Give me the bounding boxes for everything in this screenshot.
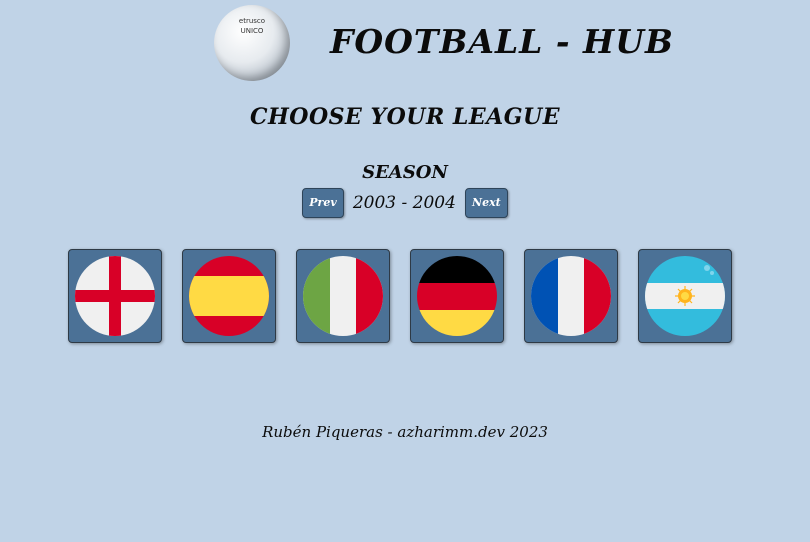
season-label: SEASON bbox=[362, 162, 448, 183]
ball-brand: etrusco bbox=[238, 17, 266, 25]
england-flag-icon bbox=[75, 256, 155, 336]
league-card-spain[interactable] bbox=[182, 249, 276, 343]
france-flag-icon bbox=[531, 256, 611, 336]
page-title: FOOTBALL - HUB bbox=[330, 22, 674, 61]
season-value: 2003 - 2004 bbox=[352, 193, 456, 213]
ball-brand-2: UNICO bbox=[240, 27, 264, 35]
header: etrusco UNICO FOOTBALL - HUB bbox=[0, 0, 810, 90]
italy-flag-icon bbox=[303, 256, 383, 336]
spain-flag-icon bbox=[189, 256, 269, 336]
league-card-argentina[interactable] bbox=[638, 249, 732, 343]
next-season-button[interactable]: Next bbox=[465, 188, 508, 218]
league-card-england[interactable] bbox=[68, 249, 162, 343]
germany-flag-icon bbox=[417, 256, 497, 336]
football-logo-icon: etrusco UNICO bbox=[214, 5, 290, 81]
season-selector: Prev 2003 - 2004 Next bbox=[0, 188, 810, 218]
league-card-france[interactable] bbox=[524, 249, 618, 343]
choose-league-heading: CHOOSE YOUR LEAGUE bbox=[250, 104, 560, 130]
argentina-flag-icon bbox=[645, 256, 725, 336]
league-card-germany[interactable] bbox=[410, 249, 504, 343]
footer-credit: Rubén Piqueras - azharimm.dev 2023 bbox=[262, 423, 548, 441]
league-list bbox=[68, 249, 768, 343]
prev-season-button[interactable]: Prev bbox=[302, 188, 344, 218]
league-card-italy[interactable] bbox=[296, 249, 390, 343]
